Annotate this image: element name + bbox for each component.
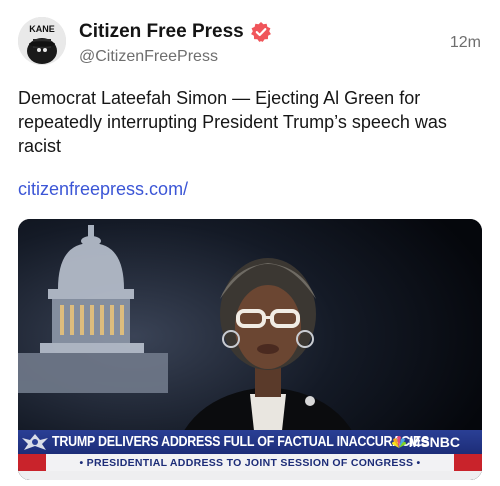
network-name: MSNBC	[408, 434, 460, 450]
news-subtitle: • PRESIDENTIAL ADDRESS TO JOINT SESSION …	[79, 456, 421, 469]
avatar[interactable]: KANE	[18, 17, 66, 65]
post-link[interactable]: citizenfreepress.com/	[18, 177, 188, 201]
author-handle[interactable]: @CitizenFreePress	[79, 47, 272, 67]
avatar-image: KANE	[18, 17, 66, 65]
author-block: Citizen Free Press @CitizenFreePress	[79, 20, 272, 67]
post-video-thumbnail[interactable]: TRUMP DELIVERS ADDRESS FULL OF FACTUAL I…	[18, 219, 482, 480]
news-subtitle-bar: • PRESIDENTIAL ADDRESS TO JOINT SESSION …	[18, 454, 482, 471]
bottom-strip	[18, 471, 482, 480]
news-chyron: TRUMP DELIVERS ADDRESS FULL OF FACTUAL I…	[18, 430, 482, 454]
verified-badge-icon	[250, 21, 272, 43]
post-text: Democrat Lateefah Simon — Ejecting Al Gr…	[18, 88, 447, 156]
network-logo: MSNBC	[391, 430, 460, 454]
avatar-text: KANE	[29, 24, 55, 34]
post-timestamp[interactable]: 12m	[450, 34, 481, 52]
peacock-icon	[391, 436, 406, 448]
chyron-headline: TRUMP DELIVERS ADDRESS FULL OF FACTUAL I…	[52, 434, 430, 450]
author-name[interactable]: Citizen Free Press	[79, 20, 244, 44]
presidential-seal-icon	[18, 430, 52, 454]
